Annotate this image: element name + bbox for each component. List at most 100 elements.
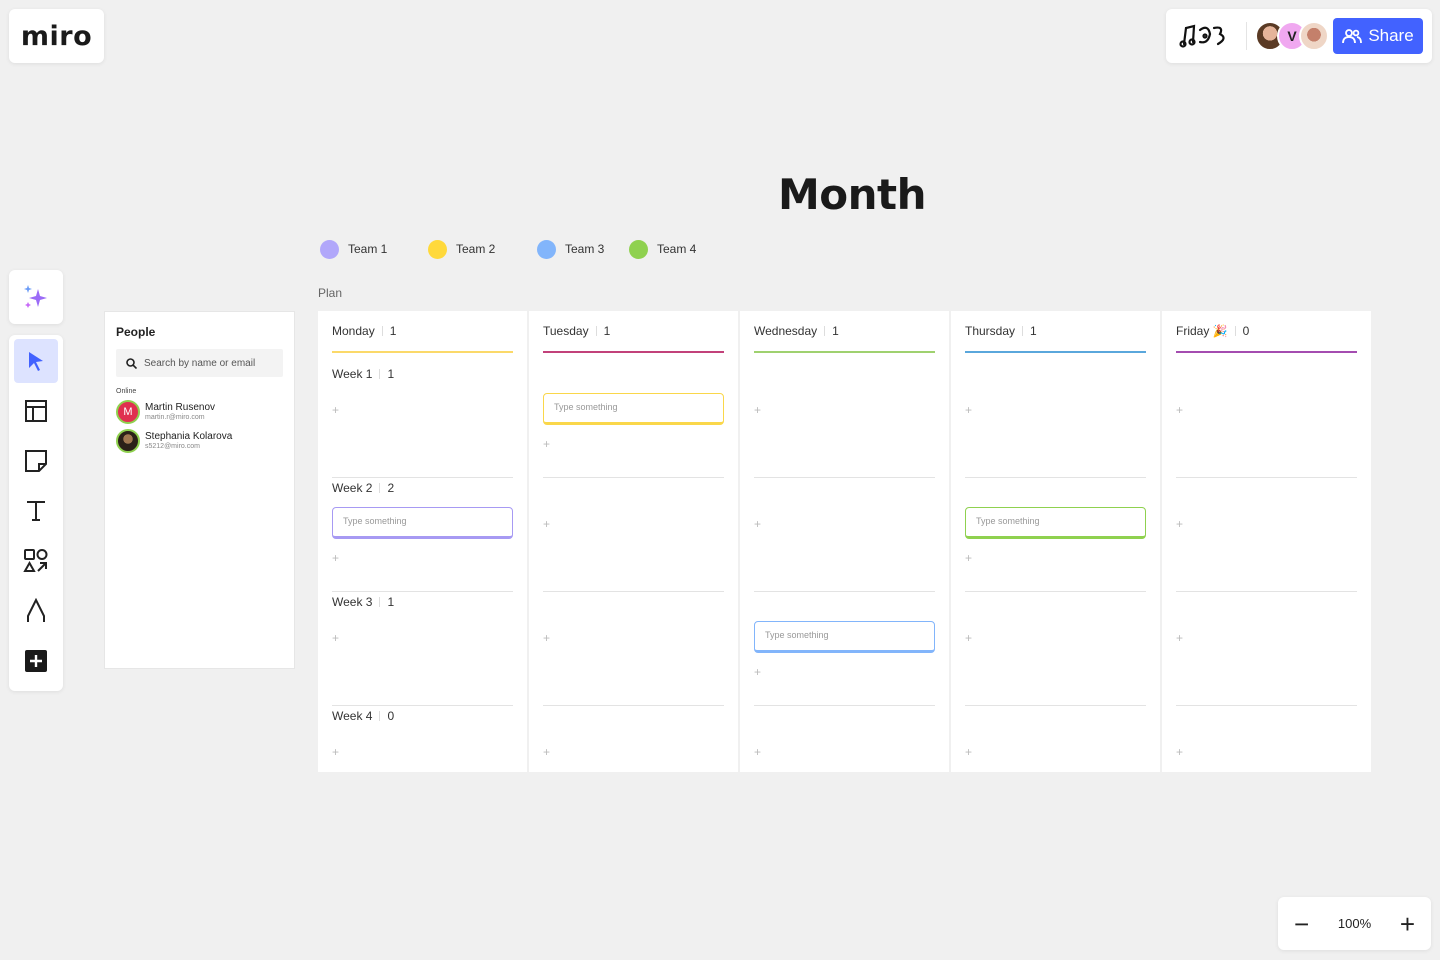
day-label: Monday [332,324,375,338]
share-button[interactable]: Share [1333,18,1423,54]
day-color-line [543,351,724,353]
task-card-input[interactable]: Type something [754,621,935,653]
divider [1246,22,1247,50]
text-tool[interactable] [14,489,58,533]
add-card-button[interactable]: + [332,403,339,417]
person-item[interactable]: M Martin Rusenov martin.r@miro.com [116,400,294,424]
day-header: Friday 🎉 0 [1176,324,1249,338]
add-card-button[interactable]: + [965,551,972,565]
day-color-line [332,351,513,353]
add-card-button[interactable]: + [332,631,339,645]
task-card-input[interactable]: Type something [965,507,1146,539]
calendar-board: Monday 1 Week 1 1 + Week 2 2 Type something + W… [318,311,1371,772]
add-card-button[interactable]: + [543,517,550,531]
cursor-icon [29,352,43,371]
people-title: People [116,325,156,339]
day-column: Tuesday 1 Type something + + + + [529,311,738,772]
ai-assist-button[interactable] [9,270,63,324]
day-label: Friday 🎉 [1176,324,1228,338]
pen-icon [27,598,45,622]
week-divider [1176,705,1357,706]
week-divider [965,591,1146,592]
week-label: Week 4 [332,709,373,723]
week-header: Week 1 1 [332,367,394,381]
week-divider [965,705,1146,706]
week-divider [543,477,724,478]
day-column: Monday 1 Week 1 1 + Week 2 2 Type something + W… [318,311,527,772]
add-card-button[interactable]: + [332,551,339,565]
week-count: 0 [387,709,395,723]
separator [379,711,381,721]
person-email: s5212@miro.com [145,443,200,450]
miro-logo[interactable]: miro [9,9,104,63]
week-divider [332,705,513,706]
add-card-button[interactable]: + [965,403,972,417]
separator [824,326,826,336]
week-divider [754,705,935,706]
team-legend: Team 1 Team 2 Team 3 Team 4 [320,238,696,260]
people-panel: People Search by name or email Online M … [104,311,295,669]
legend-item-team-1: Team 1 [320,239,428,259]
add-card-button[interactable]: + [754,745,761,759]
day-count: 1 [389,324,397,338]
add-card-button[interactable]: + [754,517,761,531]
more-apps-tool[interactable] [14,639,58,683]
add-card-button[interactable]: + [1176,745,1183,759]
week-divider [332,591,513,592]
left-toolbar [9,335,63,691]
add-card-button[interactable]: + [332,745,339,759]
week-label: Week 2 [332,481,373,495]
task-card-input[interactable]: Type something [332,507,513,539]
logo-text: miro [20,20,93,52]
week-label: Week 1 [332,367,373,381]
team-color-dot [629,239,648,259]
templates-tool[interactable] [14,389,58,433]
add-card-button[interactable]: + [754,665,761,679]
search-icon [126,357,137,369]
day-count: 1 [1030,324,1037,338]
board-title: Month [778,170,927,219]
add-card-button[interactable]: + [754,403,761,417]
share-label: Share [1368,26,1414,45]
online-label: Online [116,388,137,395]
collaborator-avatar[interactable] [1299,21,1329,51]
add-card-button[interactable]: + [1176,403,1183,417]
day-color-line [1176,351,1357,353]
day-count: 1 [603,324,611,338]
shapes-tool[interactable] [14,539,58,583]
day-header: Monday 1 [332,324,396,338]
add-card-button[interactable]: + [965,631,972,645]
week-count: 2 [387,481,395,495]
week-divider [543,591,724,592]
people-search-input[interactable]: Search by name or email [116,349,283,377]
text-icon [27,501,45,521]
zoom-level[interactable]: 100% [1338,916,1371,931]
select-tool[interactable] [14,339,58,383]
legend-label: Team 2 [456,242,496,256]
board-logo-icon[interactable] [1178,21,1234,51]
week-divider [332,477,513,478]
add-card-button[interactable]: + [1176,517,1183,531]
sparkle-icon [24,285,47,308]
sticky-note-tool[interactable] [14,439,58,483]
sticky-note-icon [25,450,47,472]
add-card-button[interactable]: + [543,437,550,451]
pen-tool[interactable] [14,589,58,633]
week-header: Week 3 1 [332,595,394,609]
person-item[interactable]: Stephania Kolarova s5212@miro.com [116,429,294,453]
add-card-button[interactable]: + [543,745,550,759]
day-label: Tuesday [543,324,589,338]
plan-label: Plan [318,286,343,300]
shapes-icon [23,549,48,572]
separator [379,597,381,607]
week-count: 1 [387,367,395,381]
task-card-input[interactable]: Type something [543,393,724,425]
day-header: Thursday 1 [965,324,1037,338]
add-card-button[interactable]: + [543,631,550,645]
collaborator-avatars[interactable]: V [1255,21,1329,51]
add-card-button[interactable]: + [1176,631,1183,645]
zoom-out-button[interactable]: − [1294,911,1309,937]
day-label: Wednesday [754,324,818,338]
add-card-button[interactable]: + [965,745,972,759]
zoom-in-button[interactable]: + [1400,911,1415,937]
